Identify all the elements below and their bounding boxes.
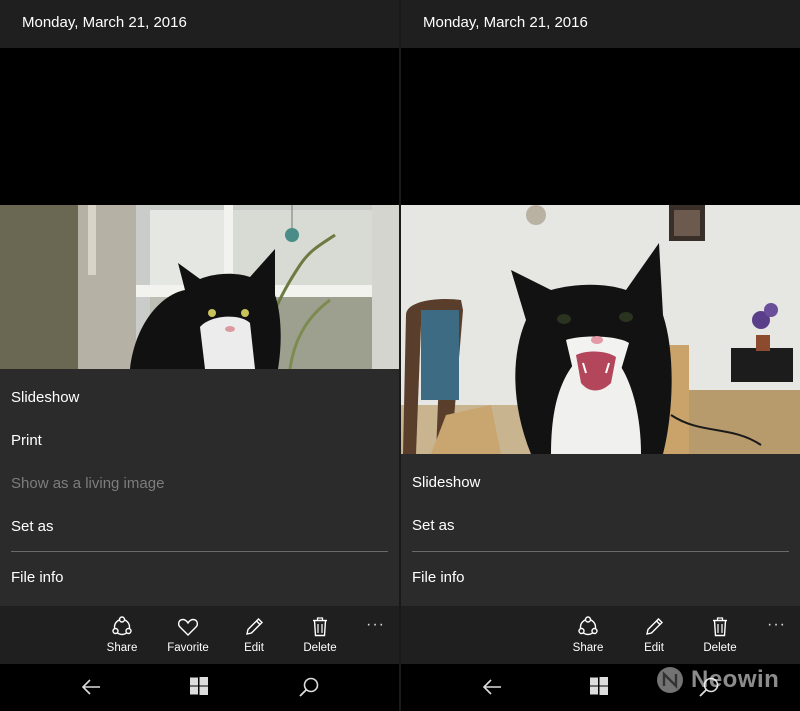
delete-label: Delete	[703, 642, 737, 654]
app-bar: Share Favorite Edit Delete ···	[0, 606, 399, 664]
photo-date: Monday, March 21, 2016	[423, 14, 588, 31]
delete-label: Delete	[303, 642, 337, 654]
menu-item-print[interactable]: Print	[11, 432, 42, 449]
cat-photo[interactable]	[401, 205, 800, 454]
menu-separator	[11, 551, 388, 552]
edit-label: Edit	[244, 642, 264, 654]
menu-item-file-info[interactable]: File info	[412, 569, 465, 586]
share-button[interactable]: Share	[558, 616, 618, 654]
yawning-cat-image	[401, 205, 800, 454]
menu-item-set-as[interactable]: Set as	[11, 518, 54, 535]
share-label: Share	[572, 642, 604, 654]
edit-button[interactable]: Edit	[224, 616, 284, 654]
menu-item-living-image: Show as a living image	[11, 475, 165, 492]
header-bar: Monday, March 21, 2016	[401, 0, 800, 48]
cat-photo[interactable]	[0, 205, 399, 369]
system-nav-bar	[0, 664, 399, 711]
menu-item-slideshow[interactable]: Slideshow	[412, 474, 480, 491]
favorite-label: Favorite	[167, 642, 209, 654]
app-bar: Share Edit Delete ···	[401, 606, 800, 664]
edit-button[interactable]: Edit	[624, 616, 684, 654]
pencil-icon	[246, 618, 263, 635]
menu-separator	[412, 551, 789, 552]
pencil-icon	[646, 618, 663, 635]
share-icon	[112, 616, 132, 636]
neowin-watermark: Neowin	[655, 664, 779, 696]
watermark-text: Neowin	[691, 666, 780, 693]
more-options-button[interactable]: ···	[767, 616, 786, 634]
windows-logo-icon[interactable]	[189, 676, 209, 701]
search-icon[interactable]	[298, 676, 320, 703]
menu-item-slideshow[interactable]: Slideshow	[11, 389, 79, 406]
favorite-button[interactable]: Favorite	[158, 616, 218, 654]
trash-icon	[713, 617, 727, 637]
edit-label: Edit	[644, 642, 664, 654]
trash-icon	[313, 617, 327, 637]
header-bar: Monday, March 21, 2016	[0, 0, 399, 48]
share-button[interactable]: Share	[92, 616, 152, 654]
right-phone-screen: Monday, March 21, 2016 Slideshow Set as …	[401, 0, 800, 711]
back-arrow-icon[interactable]	[481, 676, 503, 703]
context-menu: Slideshow Print Show as a living image S…	[0, 369, 399, 606]
neowin-logo-icon	[657, 667, 683, 693]
cat-by-window-image	[0, 205, 399, 369]
left-phone-screen: Monday, March 21, 2016 Slideshow Print S…	[0, 0, 399, 711]
more-options-button[interactable]: ···	[366, 616, 385, 634]
delete-button[interactable]: Delete	[690, 616, 750, 654]
heart-icon	[177, 618, 199, 636]
delete-button[interactable]: Delete	[290, 616, 350, 654]
back-arrow-icon[interactable]	[80, 676, 102, 703]
share-label: Share	[106, 642, 138, 654]
photo-date: Monday, March 21, 2016	[22, 14, 187, 31]
menu-item-file-info[interactable]: File info	[11, 569, 64, 586]
context-menu: Slideshow Set as File info	[401, 454, 800, 606]
menu-item-set-as[interactable]: Set as	[412, 517, 455, 534]
share-icon	[578, 616, 598, 636]
windows-logo-icon[interactable]	[589, 676, 609, 701]
